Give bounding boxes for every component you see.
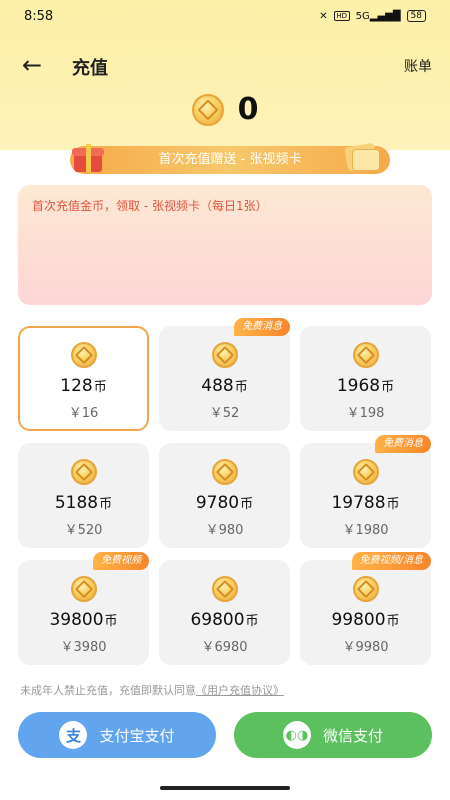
package-amount: 5188 xyxy=(54,493,99,513)
coin-icon xyxy=(70,576,97,602)
promo-banner: 首次充值赠送 - 张视频卡 xyxy=(70,146,390,174)
coin-icon xyxy=(70,459,97,485)
home-indicator[interactable] xyxy=(160,786,290,790)
package-tile[interactable]: 1968币 ￥198 xyxy=(300,326,431,431)
package-tile[interactable]: 免费消息 19788币 ￥1980 xyxy=(300,435,431,548)
wechat-label: 微信支付 xyxy=(322,726,383,745)
network-label: 5G xyxy=(355,10,370,22)
agreement-text: 未成年人禁止充值，充值即默认同意 xyxy=(20,684,196,697)
coin-icon xyxy=(211,576,238,602)
package-unit: 币 xyxy=(386,497,400,512)
package-price: ￥198 xyxy=(346,406,385,421)
promo-info-card: 首次充值金币，领取 - 张视频卡（每日1张） xyxy=(18,185,432,305)
signal-icon: 5G▂▄▆█ xyxy=(355,10,401,22)
package-tile[interactable]: 免费消息 488币 ￥52 xyxy=(159,318,290,431)
package-unit: 币 xyxy=(240,497,254,512)
status-icons: ✕ HD 5G▂▄▆█ 58 xyxy=(319,10,426,22)
coin-icon xyxy=(352,459,379,485)
status-bar: 8:58 ✕ HD 5G▂▄▆█ 58 xyxy=(0,0,450,32)
coin-icon xyxy=(352,576,379,602)
package-tile[interactable]: 69800币 ￥6980 xyxy=(159,560,290,665)
package-price: ￥52 xyxy=(209,406,240,421)
package-badge: 免费视频/消息 xyxy=(351,552,431,570)
wechat-pay-button[interactable]: ◐◑ 微信支付 xyxy=(234,712,432,758)
coin-icon xyxy=(352,342,379,368)
package-price: ￥9980 xyxy=(342,640,389,655)
package-price: ￥980 xyxy=(205,523,244,538)
package-amount: 9780 xyxy=(195,493,240,513)
package-tile[interactable]: 免费视频 39800币 ￥3980 xyxy=(18,552,149,665)
alipay-button[interactable]: 支 支付宝支付 xyxy=(18,712,216,758)
package-price: ￥16 xyxy=(68,406,99,421)
agreement-notice: 未成年人禁止充值，充值即默认同意《用户充值协议》 xyxy=(20,682,440,698)
package-tile[interactable]: 5188币 ￥520 xyxy=(18,443,149,548)
package-amount: 488 xyxy=(201,376,234,396)
top-bar: ← 充值 账单 xyxy=(0,48,450,84)
bill-button[interactable]: 账单 xyxy=(404,56,432,76)
package-unit: 币 xyxy=(234,380,248,395)
package-amount: 128 xyxy=(60,376,93,396)
coin-icon xyxy=(211,459,238,485)
coin-icon xyxy=(70,342,97,368)
package-price: ￥520 xyxy=(64,523,103,538)
coin-icon xyxy=(191,93,224,126)
package-price: ￥3980 xyxy=(60,640,107,655)
package-amount: 1968 xyxy=(336,376,381,396)
battery-icon: 58 xyxy=(406,10,426,22)
package-amount: 99800 xyxy=(331,610,386,630)
balance-value: 0 xyxy=(237,92,259,127)
package-amount: 39800 xyxy=(49,610,104,630)
package-price: ￥6980 xyxy=(201,640,248,655)
status-time: 8:58 xyxy=(24,8,54,24)
package-badge: 免费消息 xyxy=(375,435,431,453)
package-amount: 19788 xyxy=(331,493,386,513)
package-unit: 币 xyxy=(245,614,259,629)
package-unit: 币 xyxy=(104,614,118,629)
package-amount: 69800 xyxy=(190,610,245,630)
gift-box-icon xyxy=(70,140,106,176)
alipay-label: 支付宝支付 xyxy=(99,726,175,745)
agreement-link[interactable]: 《用户充值协议》 xyxy=(196,684,284,697)
video-card-icon xyxy=(344,141,382,175)
package-unit: 币 xyxy=(381,380,395,395)
package-unit: 币 xyxy=(99,497,113,512)
package-price: ￥1980 xyxy=(342,523,389,538)
hd-icon: HD xyxy=(333,11,350,21)
coin-icon xyxy=(211,342,238,368)
package-unit: 币 xyxy=(93,380,107,395)
wechat-icon: ◐◑ xyxy=(282,721,311,749)
back-arrow-icon[interactable]: ← xyxy=(22,52,50,80)
package-badge: 免费消息 xyxy=(234,318,290,336)
package-grid: 128币 ￥16 免费消息 488币 ￥52 1968币 ￥198 5188币 … xyxy=(18,318,432,665)
promo-info-text: 首次充值金币，领取 - 张视频卡（每日1张） xyxy=(32,199,268,213)
alipay-icon: 支 xyxy=(59,721,88,749)
package-badge: 免费视频 xyxy=(93,552,149,570)
mute-icon: ✕ xyxy=(319,10,328,22)
coin-balance: 0 xyxy=(0,92,450,127)
package-tile[interactable]: 128币 ￥16 xyxy=(18,326,149,431)
package-tile[interactable]: 免费视频/消息 99800币 ￥9980 xyxy=(300,552,431,665)
package-tile[interactable]: 9780币 ￥980 xyxy=(159,443,290,548)
page-title: 充值 xyxy=(72,58,108,79)
package-unit: 币 xyxy=(386,614,400,629)
